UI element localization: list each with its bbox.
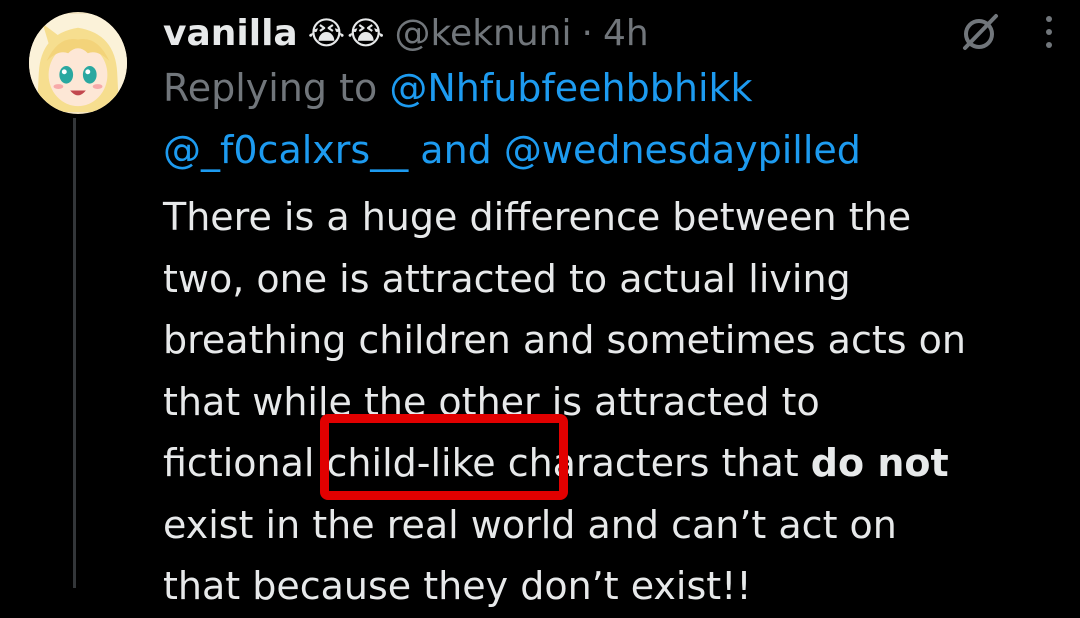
replying-to-line-continued: @_f0calxrs__ and @wednesdaypilled: [163, 128, 861, 172]
tweet-text-bold: do not: [810, 441, 949, 485]
timestamp[interactable]: 4h: [603, 13, 649, 54]
tweet-text-line: There is a huge difference between the: [163, 195, 912, 239]
tweet-text-line: exist in the real world and can’t act on: [163, 502, 897, 547]
red-highlight-annotation: [320, 414, 568, 500]
mention-link[interactable]: @Nhfubfeehbbhikk: [389, 66, 752, 110]
tweet-header: vanilla 😭 😭 @keknuni · 4h: [163, 8, 649, 58]
mention-link[interactable]: @wednesdaypilled: [504, 128, 861, 172]
mention-conjunction: and: [420, 128, 492, 172]
tweet-text-line: that because they don’t exist!!: [163, 564, 752, 608]
more-icon[interactable]: [1042, 10, 1056, 54]
crying-emoji-icon: 😭: [347, 14, 385, 52]
separator-dot: ·: [581, 12, 593, 54]
avatar-image: [29, 14, 127, 112]
crying-emoji-icon: 😭: [307, 14, 346, 52]
tweet-body: There is a huge difference between the t…: [163, 187, 1063, 618]
tweet-text-line: fictional child-like characters that do …: [163, 433, 1063, 495]
tweet-text-line: two, one is attracted to actual living: [163, 256, 851, 301]
tweet-text-line: that while the other is attracted to: [163, 379, 820, 424]
replying-to-label: Replying to: [163, 66, 378, 110]
display-name[interactable]: vanilla: [163, 13, 298, 54]
avatar[interactable]: [29, 12, 127, 114]
grok-icon[interactable]: [958, 10, 1002, 54]
thread-connector-line: [73, 118, 76, 588]
tweet-text-line: breathing children and sometimes acts on: [163, 318, 966, 362]
name-emojis: 😭 😭: [308, 17, 385, 49]
tweet-actions: [958, 10, 1056, 54]
user-handle[interactable]: @keknuni: [394, 13, 571, 54]
replying-to-line: Replying to @Nhfubfeehbbhikk: [163, 66, 753, 110]
mention-link[interactable]: @_f0calxrs__: [163, 128, 408, 172]
